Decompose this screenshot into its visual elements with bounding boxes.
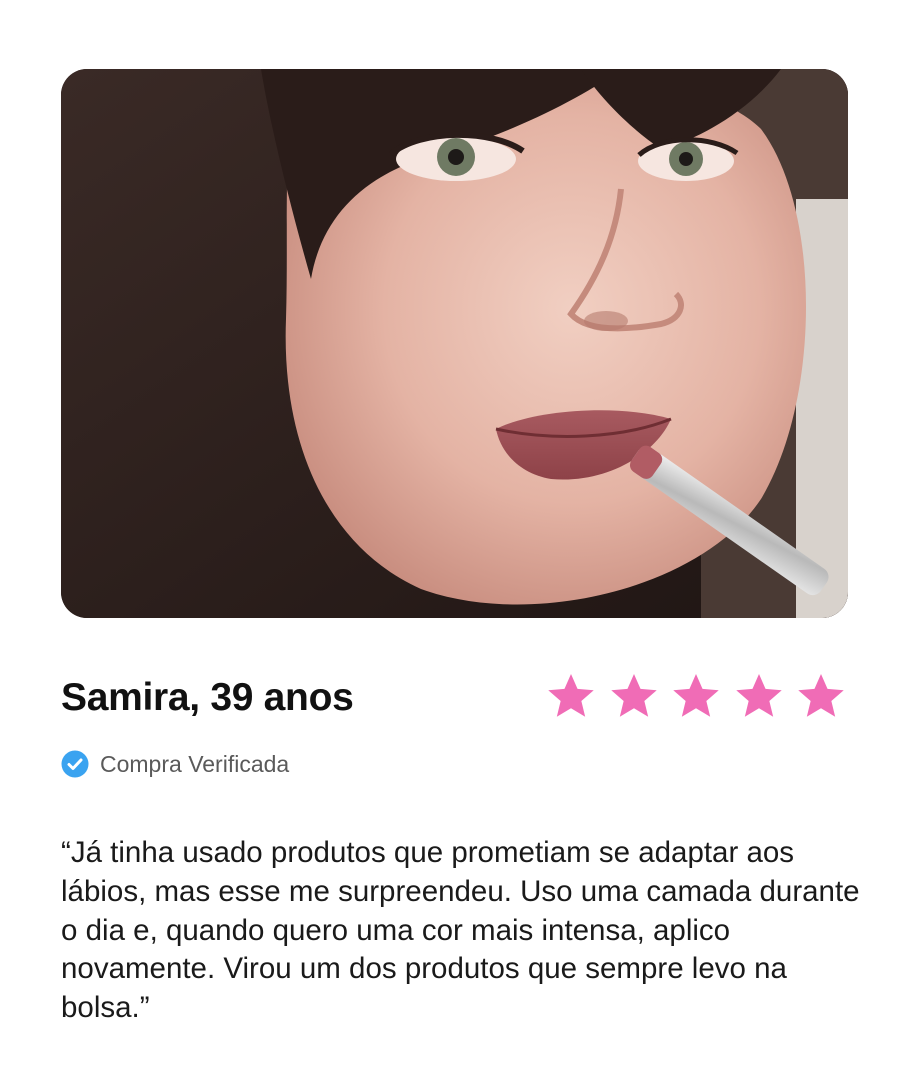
check-badge-icon	[61, 750, 89, 778]
review-text: “Já tinha usado produtos que prometiam s…	[61, 836, 860, 1025]
reviewer-name: Samira, 39 anos	[61, 676, 354, 719]
star-rating	[544, 669, 848, 725]
star-icon	[673, 674, 719, 717]
star-icon	[798, 674, 844, 717]
reviewer-photo-illustration	[61, 69, 848, 618]
star-icon	[610, 674, 657, 717]
verified-purchase: Compra Verificada	[61, 748, 289, 780]
reviewer-photo	[61, 69, 848, 618]
star-icon	[548, 674, 594, 717]
verified-label: Compra Verificada	[100, 751, 290, 777]
star-icon	[735, 674, 782, 717]
